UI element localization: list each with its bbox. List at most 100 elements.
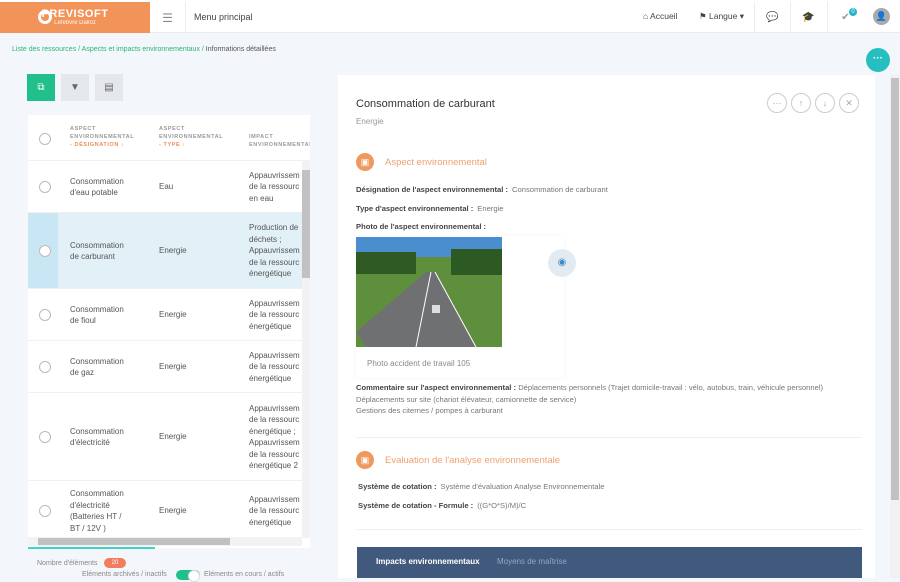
- language-dropdown[interactable]: ⚑ Langue ▾: [699, 11, 744, 22]
- photo-caption: Photo accident de travail 105: [367, 359, 471, 368]
- flag-icon: ⚑: [699, 11, 707, 21]
- cell-designation-line: d'eau potable: [70, 188, 118, 197]
- row-select-cell[interactable]: [28, 161, 58, 212]
- row-radio[interactable]: [39, 181, 51, 193]
- row-radio[interactable]: [39, 245, 51, 257]
- cell-impact-line: de la ressourc: [249, 310, 300, 320]
- cell-designation-line: de carburant: [70, 252, 115, 261]
- more-actions-button[interactable]: ···: [866, 48, 890, 72]
- section-evaluation-title: Evaluation de l'analyse environnementale: [385, 455, 561, 466]
- table-row[interactable]: Consommation de fioul Energie Appauvrissem d…: [28, 288, 302, 340]
- row-select-cell[interactable]: [28, 289, 58, 340]
- row-select-cell[interactable]: [28, 213, 58, 288]
- chat-icon[interactable]: 💬: [754, 2, 790, 33]
- arrow-down-icon[interactable]: ↓: [815, 93, 835, 113]
- row-radio[interactable]: [39, 431, 51, 443]
- arrow-up-icon[interactable]: ↑: [791, 93, 811, 113]
- type-field: Type d'aspect environnemental : Energie: [356, 204, 504, 213]
- close-icon[interactable]: ✕: [839, 93, 859, 113]
- cell-impact-line: de la ressourc: [249, 362, 300, 372]
- tab-impacts[interactable]: Impacts environnementaux: [376, 557, 480, 566]
- filter-button[interactable]: ▼: [61, 74, 89, 101]
- cell-impact-line: Appauvrissem: [249, 246, 300, 256]
- breadcrumb-resources[interactable]: Liste des ressources: [12, 46, 76, 53]
- select-all-radio[interactable]: [39, 133, 51, 145]
- photo-label: Photo de l'aspect environnemental :: [356, 222, 487, 231]
- breadcrumb: Liste des ressources / Aspects et impact…: [12, 46, 276, 53]
- cell-impact-line: de la ressourc: [249, 506, 300, 516]
- table-row[interactable]: Consommation d'électricité (Batteries HT /…: [28, 480, 302, 540]
- designation-field: Désignation de l'aspect environnemental …: [356, 185, 608, 194]
- cell-impact: Production de déchets ; Appauvrissem de la …: [249, 222, 300, 280]
- cell-impact-line: énergétique: [249, 321, 292, 331]
- graduation-cap-icon[interactable]: 🎓: [790, 2, 826, 33]
- row-radio[interactable]: [39, 361, 51, 373]
- tab-moyens[interactable]: Moyens de maîtrise: [497, 557, 567, 566]
- eye-icon[interactable]: ◉: [548, 249, 576, 277]
- cell-impact-line: énergétique 2: [249, 461, 298, 470]
- header-designation[interactable]: ASPECT ENVIRONNEMENTAL - DÉSIGNATION ↓: [70, 125, 134, 149]
- logo[interactable]: PREVISOFT Lefebvre Dalloz: [0, 2, 150, 33]
- cell-type: Energie: [159, 431, 187, 443]
- detail-subtitle: Energie: [356, 117, 384, 126]
- tasks-icon[interactable]: ✔: [827, 2, 863, 33]
- page-scroll-thumb[interactable]: [891, 78, 899, 500]
- breadcrumb-aspects[interactable]: Aspects et impacts environnementaux: [82, 46, 200, 53]
- cell-type: Energie: [159, 245, 187, 257]
- hamburger-menu-icon[interactable]: ☰: [150, 2, 186, 33]
- row-radio[interactable]: [39, 309, 51, 321]
- section-aspect-title: Aspect environnemental: [385, 157, 487, 168]
- header-impact[interactable]: IMPACT ENVIRONNEMENTAL: [249, 133, 310, 149]
- cell-type-line: Energie: [159, 506, 187, 516]
- columns-button[interactable]: ▤: [95, 74, 123, 101]
- photo-image[interactable]: [356, 237, 502, 347]
- divider: [356, 437, 862, 438]
- comment-field: Commentaire sur l'aspect environnemental…: [356, 383, 824, 415]
- cell-impact-line: Appauvrissem: [249, 170, 300, 180]
- language-label: Langue: [709, 11, 738, 21]
- home-label: Accueil: [650, 11, 678, 21]
- cell-designation-line: Consommation: [70, 176, 124, 186]
- home-link[interactable]: ⌂ Accueil: [643, 11, 677, 21]
- cell-designation: Consommation d'eau potable: [70, 176, 124, 199]
- cell-designation-line: d'électricité: [70, 500, 110, 510]
- formula-field: Système de cotation - Formule : ((G*O*S)/…: [358, 501, 527, 510]
- row-radio[interactable]: [39, 505, 51, 517]
- cell-designation-line: d'électricité: [70, 438, 110, 447]
- cell-type-line: Energie: [159, 246, 187, 256]
- avatar[interactable]: 👤: [873, 8, 890, 25]
- cell-designation-line: Consommation: [70, 240, 124, 250]
- cell-impact-line: en eau: [249, 193, 274, 203]
- new-item-button[interactable]: ⧉: [27, 74, 55, 101]
- active-toggle[interactable]: [176, 570, 200, 582]
- header-type[interactable]: ASPECT ENVIRONNEMENTAL - TYPE ↓: [159, 125, 223, 149]
- cell-impact: Appauvrissem de la ressourc énergétique: [249, 494, 300, 529]
- cell-designation-line: BT / 12V ): [70, 523, 106, 533]
- table-row[interactable]: Consommation d'électricité Energie Appauvri…: [28, 392, 302, 480]
- cell-designation-line: Consommation: [70, 356, 124, 366]
- table-row[interactable]: Consommation de carburant Energie Productio…: [28, 212, 302, 288]
- row-select-cell[interactable]: [28, 341, 58, 392]
- archived-label: Eléments archivés / inactifs: [82, 571, 167, 578]
- cell-type: Eau: [159, 181, 173, 193]
- cell-designation: Consommation d'électricité (Batteries HT /…: [70, 488, 124, 534]
- cell-impact-line: Appauvrissem: [249, 494, 300, 504]
- row-select-cell[interactable]: [28, 481, 58, 540]
- briefcase-icon: ▣: [356, 451, 374, 469]
- row-select-cell[interactable]: [28, 393, 58, 480]
- more-icon[interactable]: ···: [767, 93, 787, 113]
- cell-type-line: Energie: [159, 432, 187, 442]
- count-label: Nombre d'éléments: [37, 560, 98, 567]
- home-icon: ⌂: [643, 11, 649, 21]
- columns-icon: ▤: [104, 82, 114, 93]
- new-icon: ⧉: [37, 82, 45, 93]
- cell-impact-line: énergétique: [249, 269, 292, 279]
- notification-badge: 0: [849, 8, 857, 16]
- progress-line: [28, 547, 155, 549]
- table-horizontal-scroll-thumb[interactable]: [38, 538, 230, 545]
- table-row[interactable]: Consommation d'eau potable Eau Appauvrissem…: [28, 160, 302, 212]
- brand-sub: Lefebvre Dalloz: [54, 20, 96, 26]
- cell-designation-line: Consommation: [70, 426, 124, 436]
- table-row[interactable]: Consommation de gaz Energie Appauvrissem de …: [28, 340, 302, 392]
- table-vertical-scroll-thumb[interactable]: [302, 170, 310, 278]
